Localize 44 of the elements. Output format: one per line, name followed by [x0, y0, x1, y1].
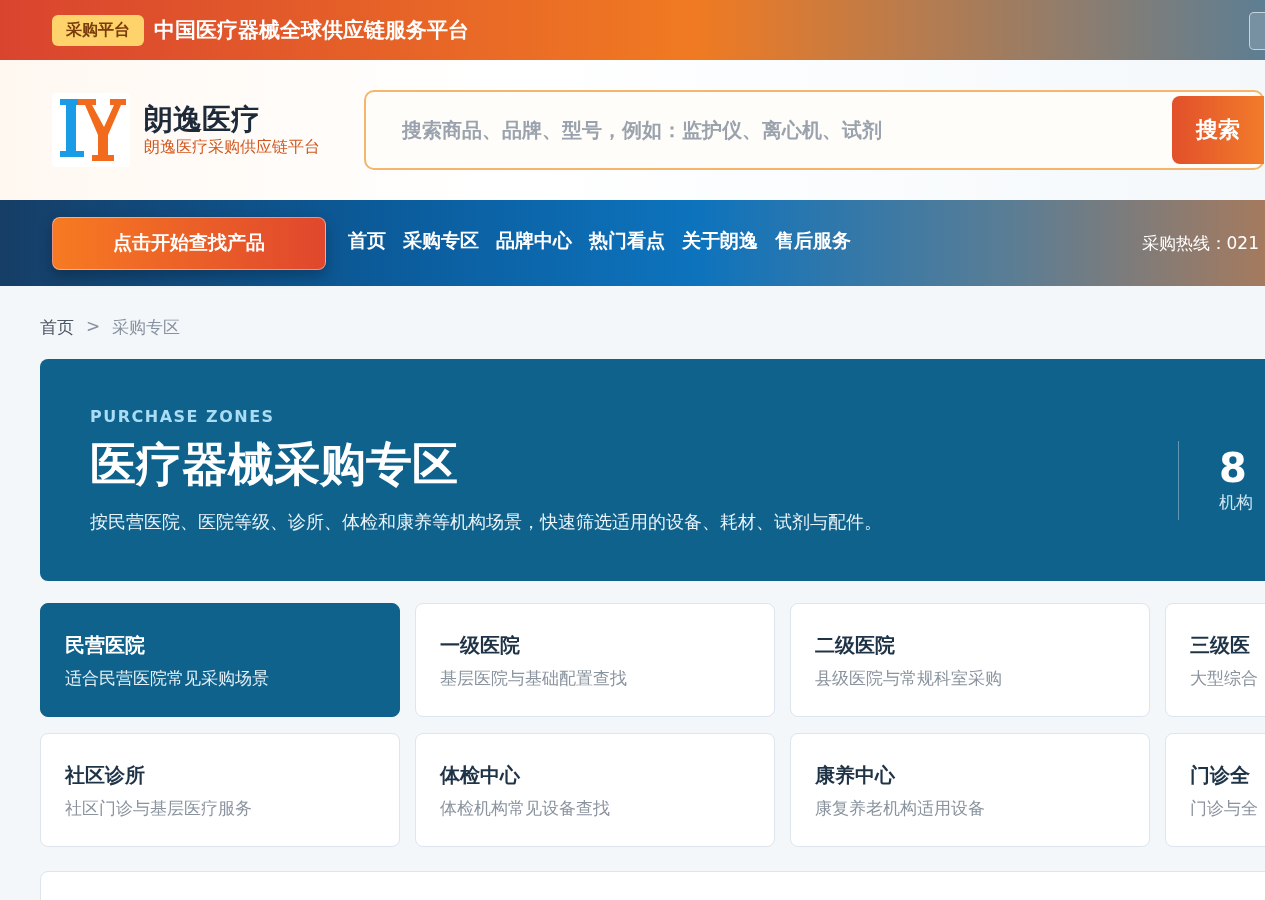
brand-tagline: 朗逸医疗采购供应链平台	[144, 136, 320, 158]
nav-link[interactable]: 品牌中心	[496, 227, 572, 259]
zone-subtitle: 门诊与全	[1190, 797, 1259, 820]
zone-card[interactable]: 一级医院 基层医院与基础配置查找	[415, 603, 775, 717]
nav-link[interactable]: 关于朗逸	[682, 227, 758, 259]
zone-card[interactable]: 民营医院 适合民营医院常见采购场景	[40, 603, 400, 717]
nav-link[interactable]: 采购专区	[403, 227, 479, 259]
zone-subtitle: 大型综合	[1190, 667, 1259, 690]
zone-subtitle: 体检机构常见设备查找	[440, 797, 611, 820]
platform-title: 中国医疗器械全球供应链服务平台	[154, 17, 469, 44]
zone-card[interactable]: 二级医院 县级医院与常规科室采购	[790, 603, 1150, 717]
zone-card[interactable]: 门诊全 门诊与全	[1165, 733, 1265, 847]
search-field[interactable]: 搜索商品、品牌、型号，例如：监护仪、离心机、试剂 搜索	[364, 90, 1264, 170]
zone-title: 门诊全	[1190, 762, 1251, 789]
zone-card[interactable]: 体检中心 体检机构常见设备查找	[415, 733, 775, 847]
zone-title: 康养中心	[815, 762, 896, 789]
breadcrumb-separator: >	[86, 316, 101, 338]
hero-eyebrow: PURCHASE ZONES	[90, 406, 276, 426]
zone-title: 社区诊所	[65, 762, 146, 789]
zone-title: 体检中心	[440, 762, 521, 789]
zone-subtitle: 基层医院与基础配置查找	[440, 667, 628, 690]
nav-link[interactable]: 热门看点	[589, 227, 665, 259]
hotline-text: 采购热线：021	[1141, 231, 1259, 255]
zone-subtitle: 社区门诊与基层医疗服务	[65, 797, 253, 820]
hero-title: 医疗器械采购专区	[90, 435, 459, 493]
zone-subtitle: 康复养老机构适用设备	[815, 797, 986, 820]
stat-label: 机构	[1219, 490, 1253, 514]
zone-subtitle: 适合民营医院常见采购场景	[65, 667, 270, 690]
stat-value: 8	[1219, 444, 1248, 491]
brand-name: 朗逸医疗	[144, 102, 261, 137]
zone-subtitle: 县级医院与常规科室采购	[815, 667, 1003, 690]
zone-title: 三级医	[1190, 632, 1251, 659]
zone-card[interactable]: 社区诊所 社区门诊与基层医疗服务	[40, 733, 400, 847]
search-button[interactable]: 搜索	[1172, 96, 1264, 164]
hero-description: 按民营医院、医院等级、诊所、体检和康养等机构场景，快速筛选适用的设备、耗材、试剂与配件。	[90, 509, 883, 534]
breadcrumb-link[interactable]: 首页	[40, 316, 74, 339]
zone-title: 民营医院	[65, 632, 146, 659]
nav-link[interactable]: 售后服务	[775, 227, 851, 259]
zone-card[interactable]: 三级医 大型综合	[1165, 603, 1265, 717]
zone-title: 二级医院	[815, 632, 896, 659]
platform-badge: 采购平台	[52, 14, 144, 46]
zone-title: 一级医院	[440, 632, 521, 659]
zone-card[interactable]: 康养中心 康复养老机构适用设备	[790, 733, 1150, 847]
nav-link[interactable]: 首页	[348, 227, 386, 259]
